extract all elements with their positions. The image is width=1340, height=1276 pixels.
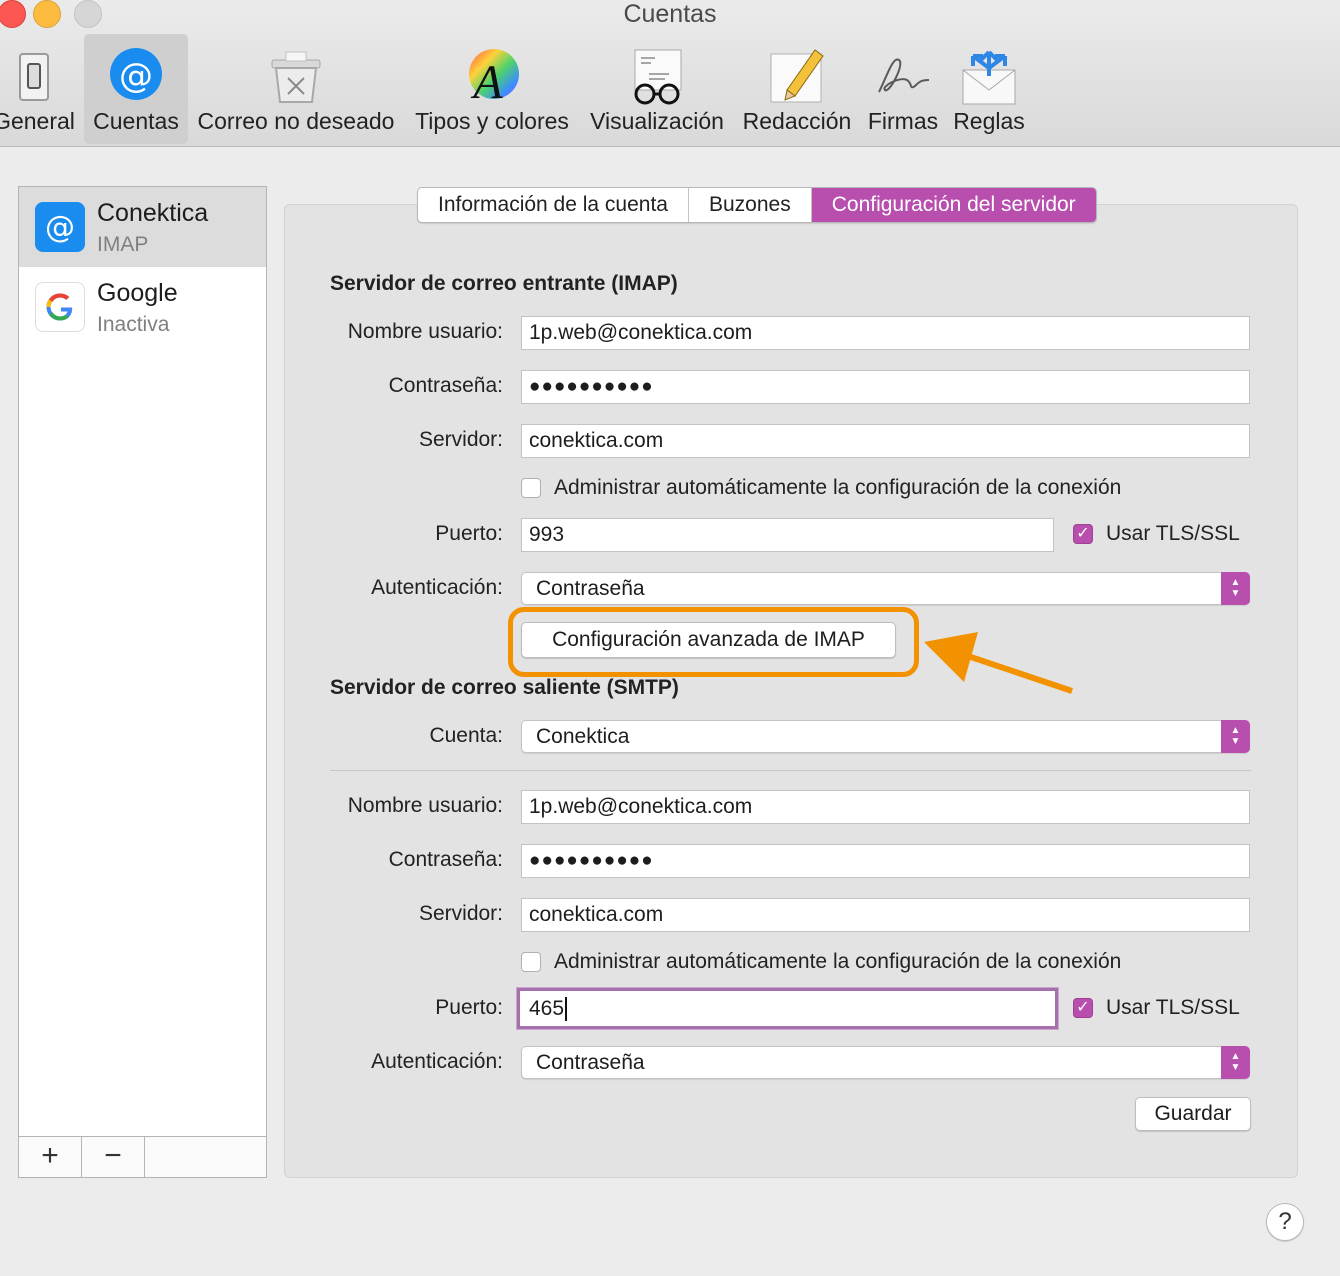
outgoing-tls-label: Usar TLS/SSL: [1106, 996, 1240, 1019]
incoming-auth-select[interactable]: Contraseña ▲ ▼: [521, 572, 1250, 605]
account-item-google[interactable]: Google Inactiva: [19, 267, 266, 347]
outgoing-auth-value: Contraseña: [536, 1051, 645, 1074]
toolbar-label: Tipos y colores: [415, 108, 569, 134]
incoming-section-title: Servidor de correo entrante (IMAP): [330, 272, 678, 295]
window-title: Cuentas: [623, 0, 717, 28]
outgoing-auto-manage-label: Administrar automáticamente la configura…: [554, 950, 1122, 973]
outgoing-auth-select[interactable]: Contraseña ▲ ▼: [521, 1046, 1250, 1079]
outgoing-account-value: Conektica: [536, 725, 630, 748]
highlight-arrow-icon: [924, 632, 1073, 694]
outgoing-username-field[interactable]: 1p.web@conektica.com: [521, 790, 1250, 824]
incoming-password-label: Contraseña:: [388, 374, 503, 397]
accounts-sidebar: @ Conektica IMAP Google Inactiva + −: [18, 186, 267, 1178]
outgoing-password-field[interactable]: ●●●●●●●●●●: [521, 844, 1250, 878]
switch-icon: [4, 46, 64, 106]
outgoing-username-label: Nombre usuario:: [347, 794, 503, 817]
toolbar-label: General: [0, 108, 75, 134]
incoming-username-label: Nombre usuario:: [347, 320, 503, 343]
incoming-auth-label: Autenticación:: [371, 576, 503, 599]
at-sign-icon: @: [35, 202, 85, 252]
toolbar-visualizacion[interactable]: Visualización: [584, 34, 730, 144]
tab-informacion-cuenta[interactable]: Información de la cuenta: [418, 188, 689, 222]
outgoing-tls-checkbox[interactable]: ✓: [1073, 998, 1093, 1018]
glasses-letter-icon: [627, 46, 687, 106]
account-name: Conektica: [97, 199, 209, 227]
toolbar-label: Reglas: [953, 108, 1025, 134]
incoming-server-field[interactable]: conektica.com: [521, 424, 1250, 458]
toolbar-reglas[interactable]: Reglas: [950, 34, 1028, 144]
outgoing-account-select[interactable]: Conektica ▲ ▼: [521, 720, 1250, 753]
account-type: IMAP: [97, 233, 149, 256]
outgoing-server-label: Servidor:: [418, 902, 503, 925]
pencil-pad-icon: [767, 46, 827, 106]
toolbar-redaccion[interactable]: Redacción: [738, 34, 856, 144]
incoming-tls-label: Usar TLS/SSL: [1106, 522, 1240, 545]
account-status: Inactiva: [97, 313, 170, 336]
outgoing-auto-manage-checkbox[interactable]: [521, 952, 541, 972]
toolbar-firmas[interactable]: Firmas: [862, 34, 944, 144]
chevron-up-down-icon: ▲ ▼: [1221, 572, 1250, 605]
account-name: Google: [97, 279, 178, 307]
trash-bin-icon: [266, 46, 326, 106]
at-sign-icon: @: [106, 46, 166, 106]
remove-account-button[interactable]: −: [82, 1137, 145, 1177]
toolbar-cuentas[interactable]: @ Cuentas: [84, 34, 188, 144]
outgoing-section-title: Servidor de correo saliente (SMTP): [330, 676, 679, 699]
outgoing-port-label: Puerto:: [435, 996, 503, 1019]
incoming-port-label: Puerto:: [435, 522, 503, 545]
incoming-tls-checkbox[interactable]: ✓: [1073, 524, 1093, 544]
toolbar-general[interactable]: General: [0, 34, 78, 144]
chevron-up-down-icon: ▲ ▼: [1221, 1046, 1250, 1079]
outgoing-port-value: 465: [529, 997, 565, 1020]
toolbar-label: Redacción: [742, 108, 852, 134]
envelope-arrows-icon: [959, 46, 1019, 106]
save-button[interactable]: Guardar: [1135, 1097, 1251, 1131]
toolbar-label: Correo no deseado: [197, 108, 395, 134]
incoming-auto-manage-checkbox[interactable]: [521, 478, 541, 498]
window-toolbar: Cuentas General @ Cuentas Correo no dese…: [0, 0, 1340, 147]
text-cursor: [565, 997, 568, 1022]
account-item-conektica[interactable]: @ Conektica IMAP: [19, 187, 266, 267]
svg-text:A: A: [470, 56, 503, 106]
outgoing-port-field[interactable]: 465: [517, 988, 1058, 1029]
tab-configuracion-servidor[interactable]: Configuración del servidor: [811, 188, 1096, 222]
outgoing-auth-label: Autenticación:: [371, 1050, 503, 1073]
incoming-password-field[interactable]: ●●●●●●●●●●: [521, 370, 1250, 404]
svg-text:@: @: [119, 56, 153, 96]
incoming-username-field[interactable]: 1p.web@conektica.com: [521, 316, 1250, 350]
signature-icon: [873, 46, 933, 106]
outgoing-server-field[interactable]: conektica.com: [521, 898, 1250, 932]
toolbar-correo-no-deseado[interactable]: Correo no deseado: [194, 34, 398, 144]
chevron-up-down-icon: ▲ ▼: [1221, 720, 1250, 753]
incoming-auto-manage-label: Administrar automáticamente la configura…: [554, 476, 1122, 499]
help-button[interactable]: ?: [1266, 1203, 1304, 1241]
add-account-button[interactable]: +: [19, 1137, 82, 1177]
font-color-wheel-icon: A: [462, 46, 522, 109]
incoming-auth-value: Contraseña: [536, 577, 645, 600]
incoming-server-label: Servidor:: [418, 428, 503, 451]
tab-buzones[interactable]: Buzones: [689, 188, 812, 222]
outgoing-account-label: Cuenta:: [429, 724, 503, 747]
google-logo-icon: [35, 282, 85, 332]
toolbar-label: Firmas: [867, 108, 939, 134]
toolbar-label: Cuentas: [93, 108, 179, 134]
incoming-port-field[interactable]: 993: [521, 518, 1054, 552]
tab-bar: Información de la cuenta Buzones Configu…: [417, 187, 1097, 223]
divider: [330, 770, 1251, 771]
highlight-outline: [508, 607, 919, 677]
toolbar-label: Visualización: [590, 108, 724, 134]
toolbar-tipos-y-colores[interactable]: A Tipos y colores: [408, 34, 576, 144]
outgoing-password-label: Contraseña:: [388, 848, 503, 871]
svg-text:@: @: [45, 210, 75, 245]
sidebar-controls: + −: [19, 1136, 266, 1177]
